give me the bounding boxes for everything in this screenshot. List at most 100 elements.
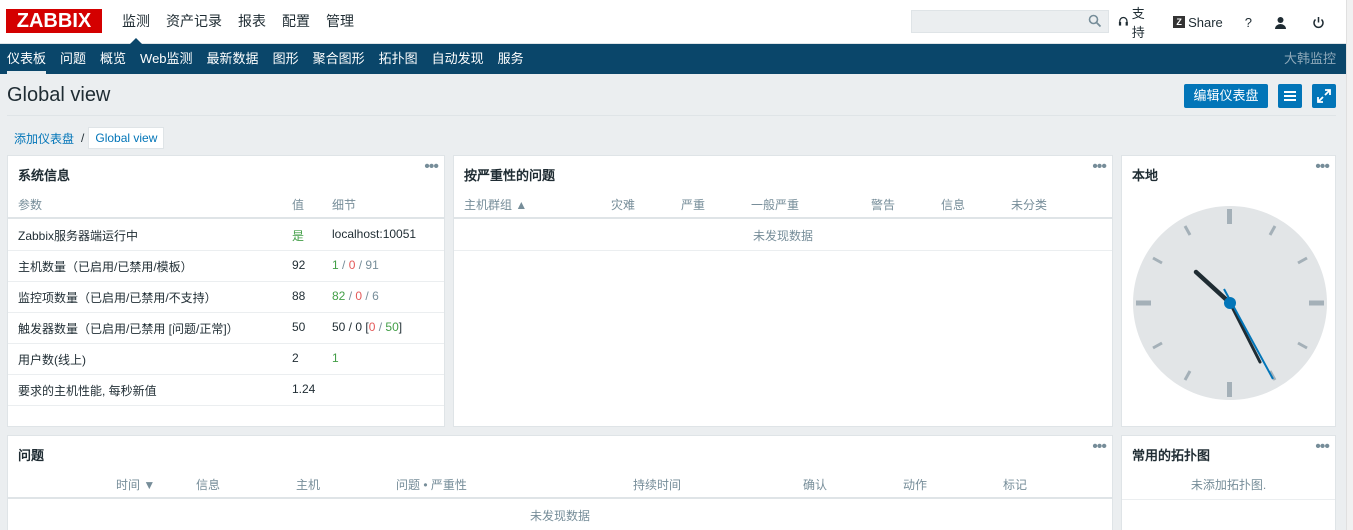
subnav-web[interactable]: Web监测: [133, 44, 200, 74]
sub-navigation: 仪表板 问题 概览 Web监测 最新数据 图形 聚合图形 拓扑图 自动发现 服务…: [0, 44, 1346, 74]
subnav-latest-data[interactable]: 最新数据: [200, 44, 266, 74]
ellipsis-icon[interactable]: •••: [424, 159, 439, 175]
column-header-details: 细节: [332, 198, 357, 212]
no-data-message: 未发现数据: [529, 509, 590, 523]
widget-title: 本地: [1132, 168, 1159, 183]
header-divider: [7, 115, 1336, 116]
problems-by-severity-widget: 按严重性的问题 ••• 主机群组 ▲ 灾难 严重 一般严重 警告 信息 未分类 …: [453, 155, 1113, 427]
share-label: Share: [1188, 14, 1223, 30]
table-cell-value: 92: [292, 258, 306, 272]
top-right-links: 支持 Z Share ?: [1118, 0, 1346, 44]
table-header-line: [454, 217, 1112, 219]
dashboard-list-button[interactable]: [1278, 84, 1302, 108]
row-divider: [454, 250, 1112, 251]
zabbix-logo[interactable]: ZABBIX: [6, 9, 102, 33]
column-header-actions: 动作: [903, 478, 928, 492]
power-icon: [1313, 16, 1324, 28]
table-cell-parameter: 用户数(线上): [18, 353, 86, 367]
top-menu-reports[interactable]: 报表: [230, 0, 274, 44]
column-header-tags: 标记: [1003, 478, 1028, 492]
help-link[interactable]: ?: [1245, 15, 1252, 30]
favourite-maps-widget: 常用的拓扑图 ••• 未添加拓扑图.: [1121, 435, 1336, 530]
subnav-graphs[interactable]: 图形: [266, 44, 306, 74]
top-menu-monitoring[interactable]: 监测: [114, 0, 158, 45]
subnav-screens[interactable]: 聚合图形: [306, 44, 372, 74]
column-header-host-group[interactable]: 主机群组 ▲: [464, 196, 527, 213]
subnav-maps[interactable]: 拓扑图: [372, 44, 425, 74]
support-label: 支持: [1131, 6, 1145, 40]
row-divider: [8, 281, 444, 282]
unsupported-count: 6: [372, 289, 379, 303]
problems-widget: 问题 ••• 时间 ▼ 信息 主机 问题 • 严重性 持续时间 确认 动作 标记…: [7, 435, 1113, 530]
edit-dashboard-button[interactable]: 编辑仪表盘: [1184, 84, 1268, 108]
subnav-discovery[interactable]: 自动发现: [425, 44, 491, 74]
user-icon: [1275, 16, 1286, 29]
column-header-disaster: 灾难: [611, 198, 636, 212]
separator-text: /: [355, 258, 366, 272]
sign-out-link[interactable]: [1312, 16, 1328, 29]
subnav-services[interactable]: 服务: [491, 44, 531, 74]
column-header-parameter: 参数: [18, 198, 43, 212]
table-header-line: [8, 497, 1112, 499]
fullscreen-icon: [1317, 89, 1331, 103]
no-maps-message: 未添加拓扑图.: [1190, 478, 1267, 492]
top-bar: ZABBIX 监测 资产记录 报表 配置 管理 支持 Z Share ?: [0, 0, 1346, 45]
column-header-problem-severity: 问题 • 严重性: [396, 478, 467, 492]
ellipsis-icon[interactable]: •••: [1315, 159, 1330, 175]
column-header-value: 值: [292, 198, 305, 212]
column-header-high: 严重: [681, 198, 706, 212]
table-cell-value: 88: [292, 289, 306, 303]
trigger-counts: 50 / 0 [: [332, 320, 369, 334]
ellipsis-icon[interactable]: •••: [1092, 439, 1107, 455]
ellipsis-icon[interactable]: •••: [1092, 159, 1107, 175]
row-divider: [8, 250, 444, 251]
table-cell-parameter: 触发器数量（已启用/已禁用 [问题/正常]）: [18, 322, 239, 336]
top-menu-inventory[interactable]: 资产记录: [158, 0, 230, 44]
user-profile-link[interactable]: [1274, 16, 1290, 29]
widget-title: 问题: [18, 448, 45, 463]
column-header-time[interactable]: 时间 ▼: [116, 476, 155, 493]
help-icon: ?: [1244, 14, 1252, 30]
table-cell-details: 82 / 0 / 6: [332, 289, 379, 303]
table-cell-details: 1 / 0 / 91: [332, 258, 379, 272]
ellipsis-icon[interactable]: •••: [1315, 439, 1330, 455]
column-header-info: 信息: [196, 478, 221, 492]
widget-title: 按严重性的问题: [464, 168, 556, 183]
table-cell-parameter: Zabbix服务器端运行中: [18, 229, 139, 243]
table-cell-parameter: 主机数量（已启用/已禁用/模板）: [18, 260, 193, 274]
separator-text: /: [345, 289, 356, 303]
online-users-count: 1: [332, 351, 339, 365]
widget-title: 系统信息: [18, 168, 71, 183]
breadcrumb-dashboards-link[interactable]: 添加仪表盘: [7, 130, 81, 147]
row-divider: [8, 343, 444, 344]
page-scrollbar[interactable]: [1346, 0, 1353, 530]
separator-text: /: [375, 320, 386, 334]
row-divider: [8, 374, 444, 375]
table-cell-value: 50: [292, 320, 306, 334]
bracket-text: ]: [398, 320, 403, 334]
subnav-overview[interactable]: 概览: [93, 44, 133, 74]
table-cell-value: 2: [292, 351, 299, 365]
search-input[interactable]: [911, 10, 1109, 33]
search-icon[interactable]: [1088, 14, 1102, 28]
subnav-dashboard[interactable]: 仪表板: [0, 44, 53, 74]
no-data-message: 未发现数据: [752, 229, 813, 243]
breadcrumb-current[interactable]: Global view: [88, 127, 165, 149]
top-menu-administration[interactable]: 管理: [318, 0, 362, 44]
separator-text: /: [362, 289, 373, 303]
column-header-ack: 确认: [803, 478, 828, 492]
column-header-average: 一般严重: [751, 198, 800, 212]
top-menu-configuration[interactable]: 配置: [274, 0, 318, 44]
table-cell-parameter: 监控项数量（已启用/已禁用/不支持）: [18, 291, 217, 305]
subnav-problems[interactable]: 问题: [53, 44, 93, 74]
table-cell-value: 1.24: [292, 382, 316, 396]
table-cell-details: localhost:10051: [332, 227, 417, 241]
table-cell-value: 是: [292, 229, 305, 243]
support-link[interactable]: 支持: [1118, 3, 1155, 41]
column-header-information: 信息: [941, 198, 966, 212]
fullscreen-button[interactable]: [1312, 84, 1336, 108]
separator-text: /: [338, 258, 349, 272]
row-divider: [1122, 499, 1335, 500]
share-link[interactable]: Z Share: [1173, 15, 1223, 30]
system-info-widget: 系统信息 ••• 参数 值 细节 Zabbix服务器端运行中 是 localho…: [7, 155, 445, 427]
